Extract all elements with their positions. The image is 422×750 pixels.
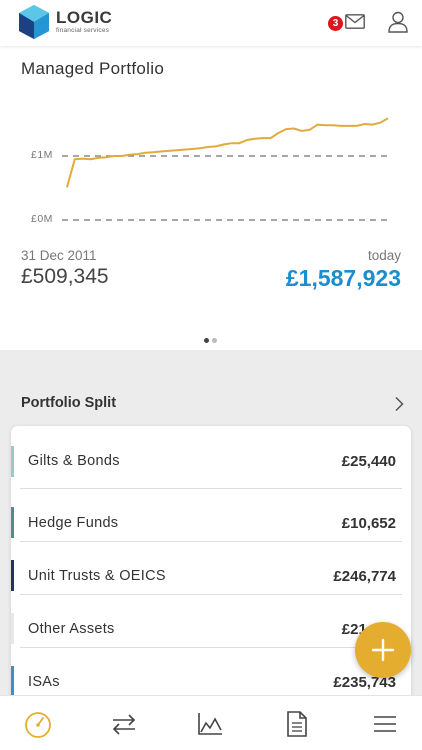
row-label: Gilts & Bonds <box>28 453 120 469</box>
row-value: £10,652 <box>341 515 396 532</box>
portfolio-title: Managed Portfolio <box>21 59 165 78</box>
row-label: Hedge Funds <box>28 515 119 531</box>
row-label: ISAs <box>28 674 60 690</box>
split-row-unit-trusts[interactable]: Unit Trusts & OEICS £246,774 <box>11 541 411 595</box>
plus-icon <box>371 638 395 662</box>
start-date: 31 Dec 2011 <box>21 248 97 263</box>
y-tick-label-1m: £1M <box>31 149 53 161</box>
portfolio-value-line <box>66 117 389 188</box>
portfolio-line-chart <box>62 117 389 221</box>
row-color-bar <box>11 666 14 697</box>
end-date: today <box>367 248 401 263</box>
mail-icon <box>345 14 365 29</box>
add-button[interactable] <box>355 622 411 678</box>
start-value: £509,345 <box>21 265 109 288</box>
logo[interactable]: LOGIC financial services <box>19 5 112 39</box>
bottom-nav <box>0 695 422 750</box>
transfer-icon <box>112 714 136 735</box>
y-tick-label-0m: £0M <box>31 213 53 225</box>
nav-transfers[interactable] <box>110 710 140 738</box>
row-color-bar <box>11 560 14 591</box>
document-icon <box>287 711 307 737</box>
chart-icon <box>198 713 222 735</box>
row-color-bar <box>11 507 14 538</box>
page-indicator[interactable] <box>204 338 220 343</box>
current-value: £1,587,923 <box>285 265 401 291</box>
row-color-bar <box>11 613 14 644</box>
logo-mark-icon <box>19 5 49 39</box>
dashboard-icon <box>25 712 51 738</box>
split-row-hedge[interactable]: Hedge Funds £10,652 <box>11 488 411 542</box>
page-dot-1[interactable] <box>204 338 209 343</box>
split-title: Portfolio Split <box>21 395 117 411</box>
page-dot-2[interactable] <box>212 338 217 343</box>
nav-documents[interactable] <box>285 710 315 738</box>
split-row-other[interactable]: Other Assets £21,000 <box>11 594 411 648</box>
menu-icon <box>374 716 396 732</box>
unread-badge: 3 <box>328 16 343 31</box>
row-label: Other Assets <box>28 621 115 637</box>
row-label: Unit Trusts & OEICS <box>28 568 166 584</box>
user-profile-icon[interactable] <box>388 11 408 33</box>
row-value: £246,774 <box>333 568 396 585</box>
app-header: LOGIC financial services 3 <box>0 0 422 46</box>
split-row-isas[interactable]: ISAs £235,743 <box>11 647 411 700</box>
split-row-gilts[interactable]: Gilts & Bonds £25,440 <box>11 426 411 489</box>
logo-name: LOGIC <box>56 8 113 28</box>
row-value: £25,440 <box>341 453 396 470</box>
nav-menu[interactable] <box>372 710 402 738</box>
nav-performance[interactable] <box>196 710 226 738</box>
split-card: Gilts & Bonds £25,440 Hedge Funds £10,65… <box>11 426 411 716</box>
row-color-bar <box>11 446 14 477</box>
logo-subtitle: financial services <box>56 27 110 35</box>
portfolio-chart: £1M £0M <box>0 95 422 235</box>
messages-button[interactable]: 3 <box>328 12 366 34</box>
nav-dashboard[interactable] <box>23 710 53 738</box>
chevron-right-icon[interactable] <box>394 396 404 412</box>
